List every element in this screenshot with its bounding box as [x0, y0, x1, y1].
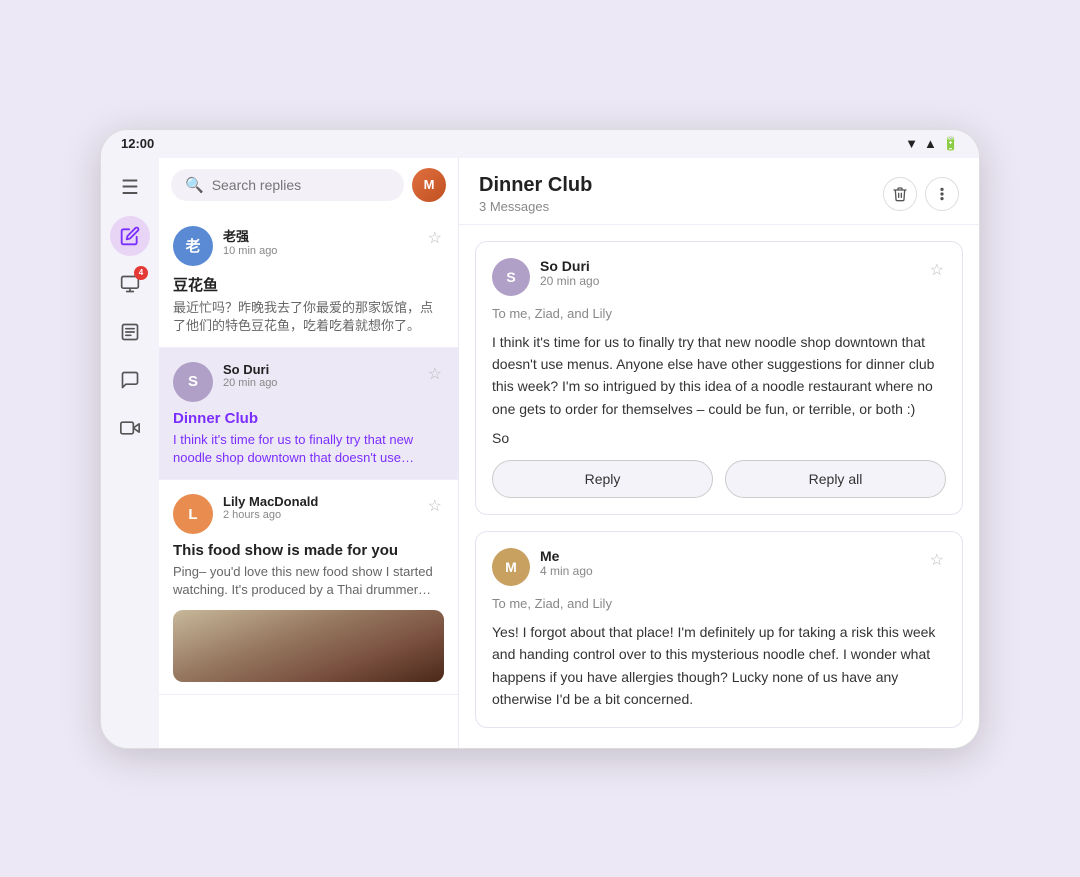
- sidebar-menu-icon[interactable]: ☰: [110, 168, 150, 208]
- avatar: L: [173, 494, 213, 534]
- detail-title: Dinner Club: [479, 174, 883, 197]
- inbox-badge: 4: [134, 266, 148, 280]
- battery-icon: 🔋: [943, 136, 959, 152]
- msg-sender: So Duri: [223, 362, 416, 377]
- list-item[interactable]: 老 老强 10 min ago ☆ 豆花鱼 最近忙吗？昨晚我去了你最爱的那家饭馆…: [159, 212, 458, 348]
- email-sig: So: [492, 430, 946, 446]
- list-item[interactable]: L Lily MacDonald 2 hours ago ☆ This food…: [159, 480, 458, 694]
- more-options-button[interactable]: [925, 177, 959, 211]
- sidebar: ☰ 4: [101, 158, 159, 748]
- sidebar-compose-icon[interactable]: [110, 216, 150, 256]
- star-button[interactable]: ☆: [426, 226, 444, 250]
- wifi-icon: ▼: [905, 136, 918, 151]
- email-sender-name: Me: [540, 548, 918, 564]
- msg-preview: I think it's time for us to finally try …: [173, 431, 444, 467]
- search-input[interactable]: [212, 177, 390, 193]
- msg-subject: 豆花鱼: [173, 274, 444, 295]
- status-bar: 12:00 ▼ ▲ 🔋: [101, 130, 979, 158]
- msg-sender: 老强: [223, 226, 416, 245]
- reply-all-button[interactable]: Reply all: [725, 460, 946, 498]
- email-sender-time: 20 min ago: [540, 274, 918, 288]
- reply-buttons: Reply Reply all: [492, 460, 946, 498]
- detail-count: 3 Messages: [479, 199, 883, 214]
- reply-button[interactable]: Reply: [492, 460, 713, 498]
- list-item[interactable]: S So Duri 20 min ago ☆ Dinner Club I thi…: [159, 348, 458, 480]
- msg-preview: Ping– you'd love this new food show I st…: [173, 563, 444, 599]
- email-sender-time: 4 min ago: [540, 564, 918, 578]
- status-time: 12:00: [121, 136, 154, 151]
- message-list: 老 老强 10 min ago ☆ 豆花鱼 最近忙吗？昨晚我去了你最爱的那家饭馆…: [159, 212, 458, 748]
- msg-time: 10 min ago: [223, 245, 416, 257]
- email-card: S So Duri 20 min ago ☆ To me, Ziad, and …: [475, 241, 963, 516]
- star-button[interactable]: ☆: [426, 494, 444, 518]
- search-input-wrap[interactable]: 🔍: [171, 169, 404, 201]
- search-icon: 🔍: [185, 176, 204, 194]
- app-body: ☰ 4 🔍: [101, 158, 979, 748]
- user-avatar[interactable]: M: [412, 168, 446, 202]
- msg-sender: Lily MacDonald: [223, 494, 416, 509]
- email-body: Yes! I forgot about that place! I'm defi…: [492, 621, 946, 711]
- email-to: To me, Ziad, and Lily: [492, 596, 946, 611]
- signal-icon: ▲: [924, 136, 937, 151]
- email-sender-name: So Duri: [540, 258, 918, 274]
- sidebar-chat-icon[interactable]: [110, 360, 150, 400]
- detail-scroll[interactable]: S So Duri 20 min ago ☆ To me, Ziad, and …: [459, 225, 979, 748]
- msg-time: 2 hours ago: [223, 509, 416, 521]
- avatar: 老: [173, 226, 213, 266]
- sidebar-notes-icon[interactable]: [110, 312, 150, 352]
- avatar: S: [492, 258, 530, 296]
- status-icons: ▼ ▲ 🔋: [905, 136, 959, 152]
- food-image: [173, 610, 444, 682]
- search-bar: 🔍 M: [159, 158, 458, 212]
- sidebar-inbox-icon[interactable]: 4: [110, 264, 150, 304]
- star-button[interactable]: ☆: [928, 258, 946, 282]
- email-body: I think it's time for us to finally try …: [492, 331, 946, 421]
- msg-time: 20 min ago: [223, 377, 416, 389]
- message-list-panel: 🔍 M 老 老强 10 min ago ☆ 豆花鱼: [159, 158, 459, 748]
- email-to: To me, Ziad, and Lily: [492, 306, 946, 321]
- msg-subject: Dinner Club: [173, 410, 444, 427]
- avatar: S: [173, 362, 213, 402]
- msg-preview: 最近忙吗？昨晚我去了你最爱的那家饭馆，点了他们的特色豆花鱼，吃着吃着就想你了。: [173, 299, 444, 335]
- device-frame: 12:00 ▼ ▲ 🔋 ☰ 4: [100, 129, 980, 749]
- delete-button[interactable]: [883, 177, 917, 211]
- email-card: M Me 4 min ago ☆ To me, Ziad, and Lily Y…: [475, 531, 963, 728]
- detail-header: Dinner Club 3 Messages: [459, 158, 979, 225]
- star-button[interactable]: ☆: [928, 548, 946, 572]
- sidebar-video-icon[interactable]: [110, 408, 150, 448]
- star-button[interactable]: ☆: [426, 362, 444, 386]
- detail-panel: Dinner Club 3 Messages S: [459, 158, 979, 748]
- detail-actions: [883, 177, 959, 211]
- avatar: M: [492, 548, 530, 586]
- msg-subject: This food show is made for you: [173, 542, 444, 559]
